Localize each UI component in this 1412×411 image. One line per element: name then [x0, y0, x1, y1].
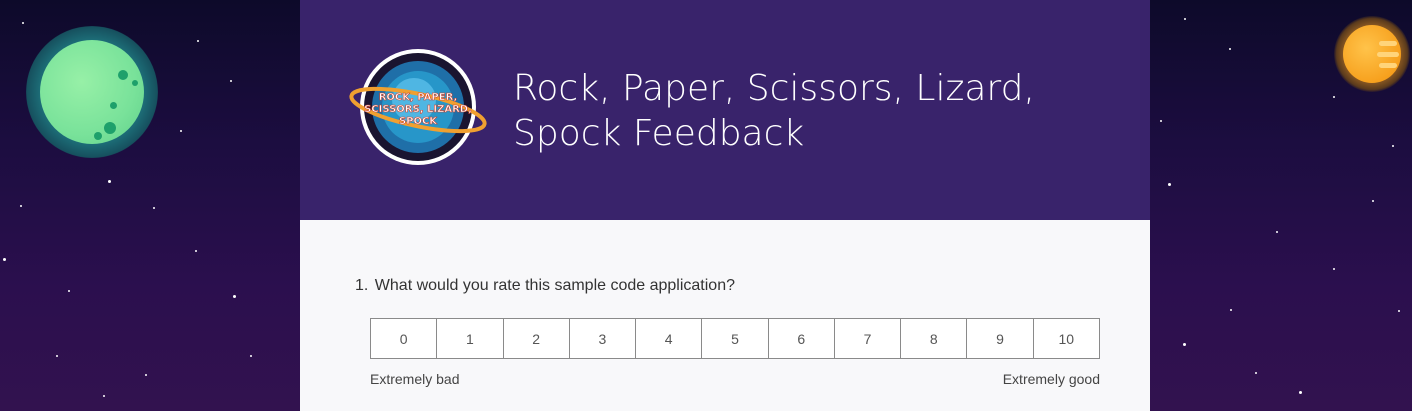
rating-option-3[interactable]: 3: [570, 319, 637, 358]
form-header: ROCK, PAPER, SCISSORS, LIZARD, SPOCK Roc…: [300, 0, 1150, 220]
rating-option-0[interactable]: 0: [371, 319, 438, 358]
question-1: 1. What would you rate this sample code …: [355, 277, 735, 295]
rating-option-6[interactable]: 6: [769, 319, 835, 358]
question-number: 1.: [355, 277, 369, 294]
scale-low-label: Extremely bad: [370, 371, 460, 387]
rating-option-9[interactable]: 9: [967, 319, 1034, 358]
rating-option-2[interactable]: 2: [504, 319, 570, 358]
question-text: What would you rate this sample code app…: [374, 277, 735, 294]
form-logo: ROCK, PAPER, SCISSORS, LIZARD, SPOCK: [348, 48, 488, 166]
scale-high-label: Extremely good: [1002, 371, 1100, 387]
rating-option-1[interactable]: 1: [437, 319, 504, 358]
green-planet-decoration: [26, 26, 158, 158]
rating-option-10[interactable]: 10: [1034, 319, 1099, 358]
svg-text:SPOCK: SPOCK: [399, 116, 438, 127]
rating-option-5[interactable]: 5: [702, 319, 769, 358]
rating-option-4[interactable]: 4: [636, 319, 703, 358]
svg-text:ROCK, PAPER,: ROCK, PAPER,: [379, 92, 458, 103]
feedback-form: ROCK, PAPER, SCISSORS, LIZARD, SPOCK Roc…: [300, 0, 1150, 411]
rating-option-8[interactable]: 8: [901, 319, 968, 358]
rating-scale: 0 1 2 3 4 5 6 7 8 9 10: [370, 318, 1100, 359]
form-title: Rock, Paper, Scissors, Lizard, Spock Fee…: [513, 68, 1035, 154]
form-body: 1. What would you rate this sample code …: [300, 220, 1150, 411]
svg-text:SCISSORS, LIZARD,: SCISSORS, LIZARD,: [364, 104, 472, 115]
rating-option-7[interactable]: 7: [835, 319, 902, 358]
orange-planet-decoration: [1334, 16, 1410, 92]
